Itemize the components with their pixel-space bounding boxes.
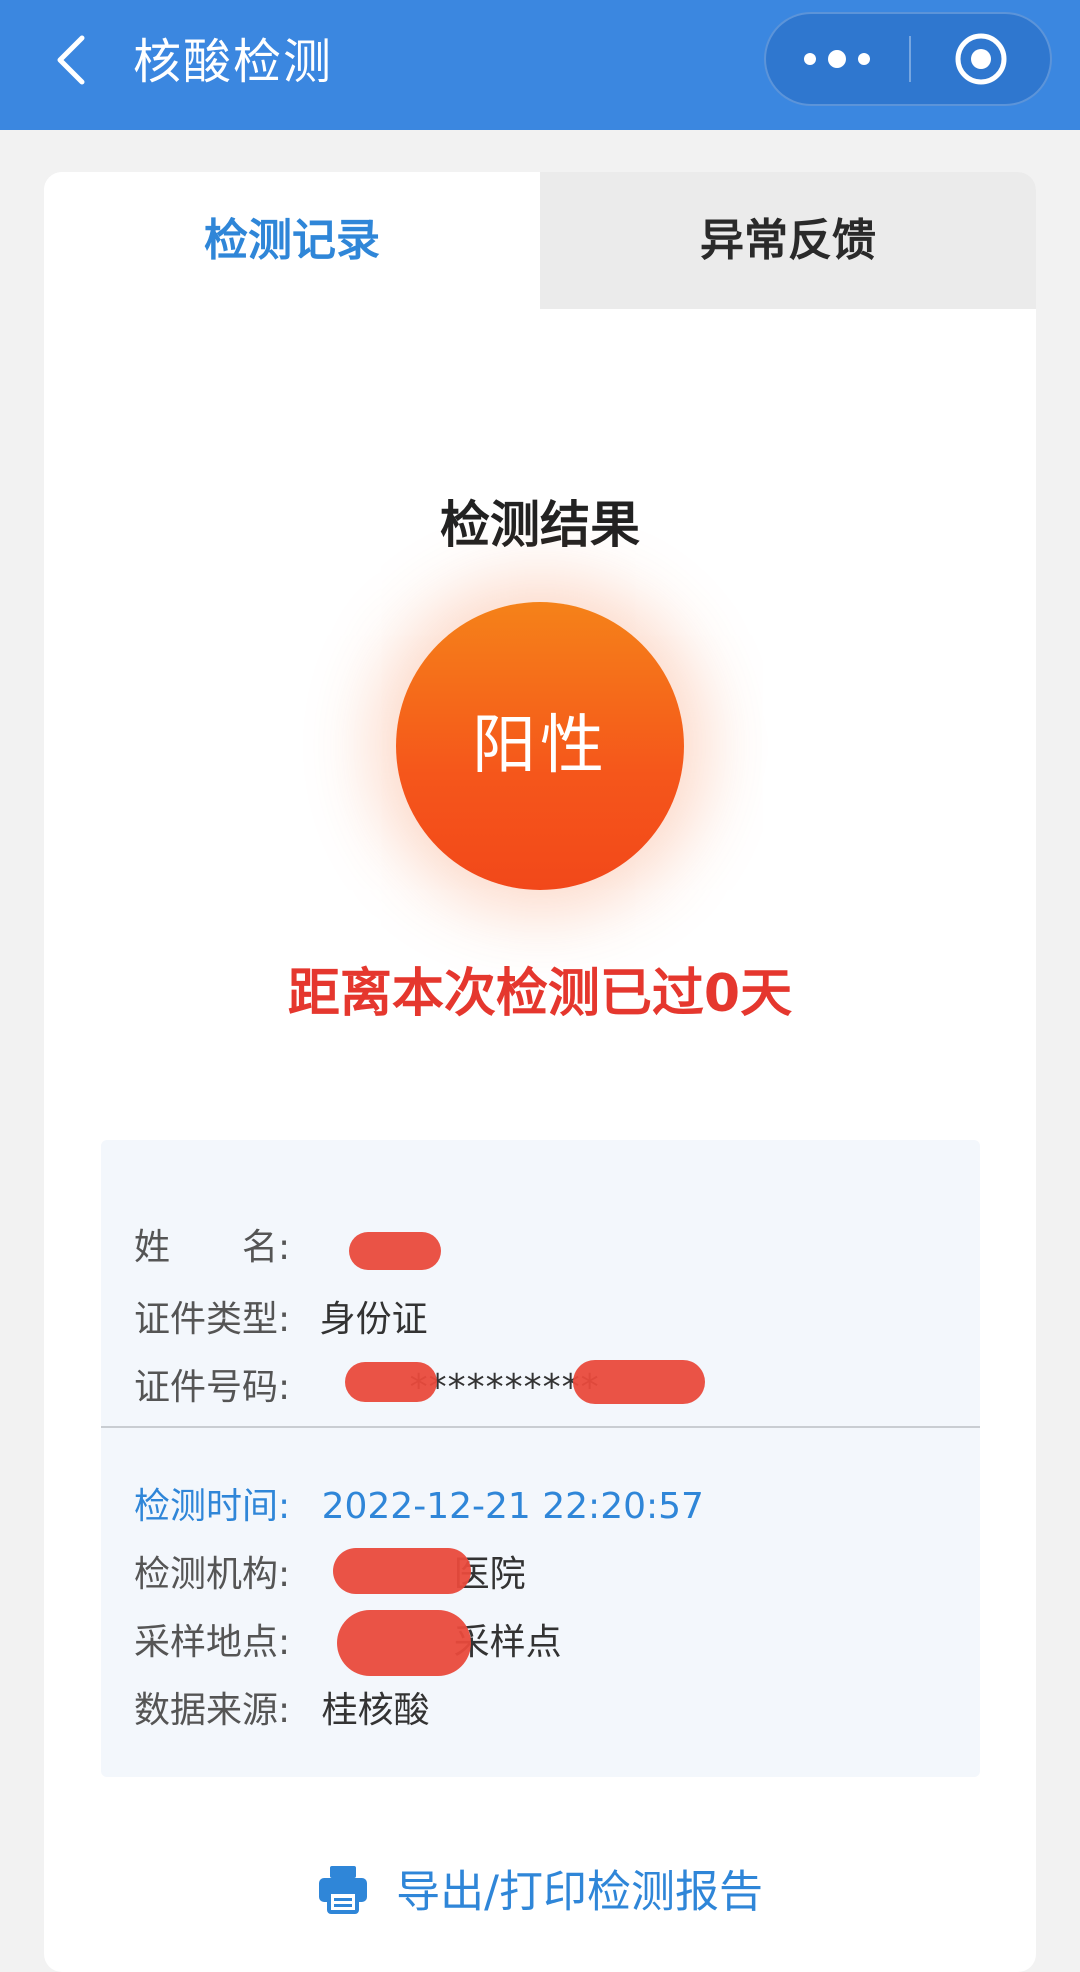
export-report-label: 导出/打印检测报告: [396, 1866, 763, 1918]
test-org-label: 检测机构:: [134, 1554, 291, 1595]
redacted-site: [337, 1610, 471, 1676]
data-source-label: 数据来源:: [134, 1690, 291, 1731]
redacted-name: [349, 1232, 441, 1270]
navbar: 核酸检测: [0, 0, 1080, 130]
id-type-label: 证件类型:: [134, 1299, 291, 1340]
test-time-value: 2022-12-21 22:20:57: [321, 1486, 704, 1527]
result-status-badge: 阳性: [396, 602, 684, 890]
mini-program-capsule: [764, 12, 1052, 106]
info-divider: [101, 1426, 980, 1428]
name-label: 姓 名:: [134, 1227, 291, 1268]
tab-bar: 检测记录 异常反馈: [44, 172, 1036, 309]
sample-site-label: 采样地点:: [134, 1622, 291, 1663]
tab-abnormal-feedback[interactable]: 异常反馈: [540, 172, 1036, 309]
info-panel: 姓 名: 证件类型: 身份证 证件号码: ********** 检测时间: 20…: [101, 1140, 980, 1777]
more-dots-icon[interactable]: [766, 14, 909, 104]
redacted-id-prefix: [345, 1362, 437, 1402]
days-since-test-text: 距离本次检测已过0天: [287, 964, 793, 1024]
test-time-row: 检测时间: 2022-12-21 22:20:57: [134, 1477, 704, 1537]
id-type-value: 身份证: [319, 1299, 428, 1340]
page-title: 核酸检测: [133, 34, 334, 90]
test-time-label: 检测时间:: [134, 1486, 291, 1527]
result-status-text: 阳性: [472, 709, 608, 783]
close-target-icon[interactable]: [911, 14, 1052, 104]
id-type-row: 证件类型: 身份证: [134, 1290, 428, 1350]
result-card: 检测记录 异常反馈 检测结果 阳性 距离本次检测已过0天 姓 名: 证件类型: …: [44, 172, 1036, 1972]
name-row: 姓 名:: [134, 1218, 290, 1278]
back-arrow-icon[interactable]: [44, 30, 104, 90]
tab-test-records[interactable]: 检测记录: [44, 172, 540, 309]
id-number-label: 证件号码:: [134, 1367, 291, 1408]
redacted-org: [333, 1548, 471, 1594]
data-source-row: 数据来源: 桂核酸: [134, 1681, 430, 1741]
data-source-value: 桂核酸: [321, 1690, 430, 1731]
id-number-value: **********: [409, 1367, 600, 1408]
export-report-link[interactable]: 导出/打印检测报告: [44, 1852, 1036, 1932]
result-title: 检测结果: [440, 496, 640, 554]
printer-icon: [317, 1864, 369, 1914]
redacted-id-suffix: [573, 1360, 705, 1404]
